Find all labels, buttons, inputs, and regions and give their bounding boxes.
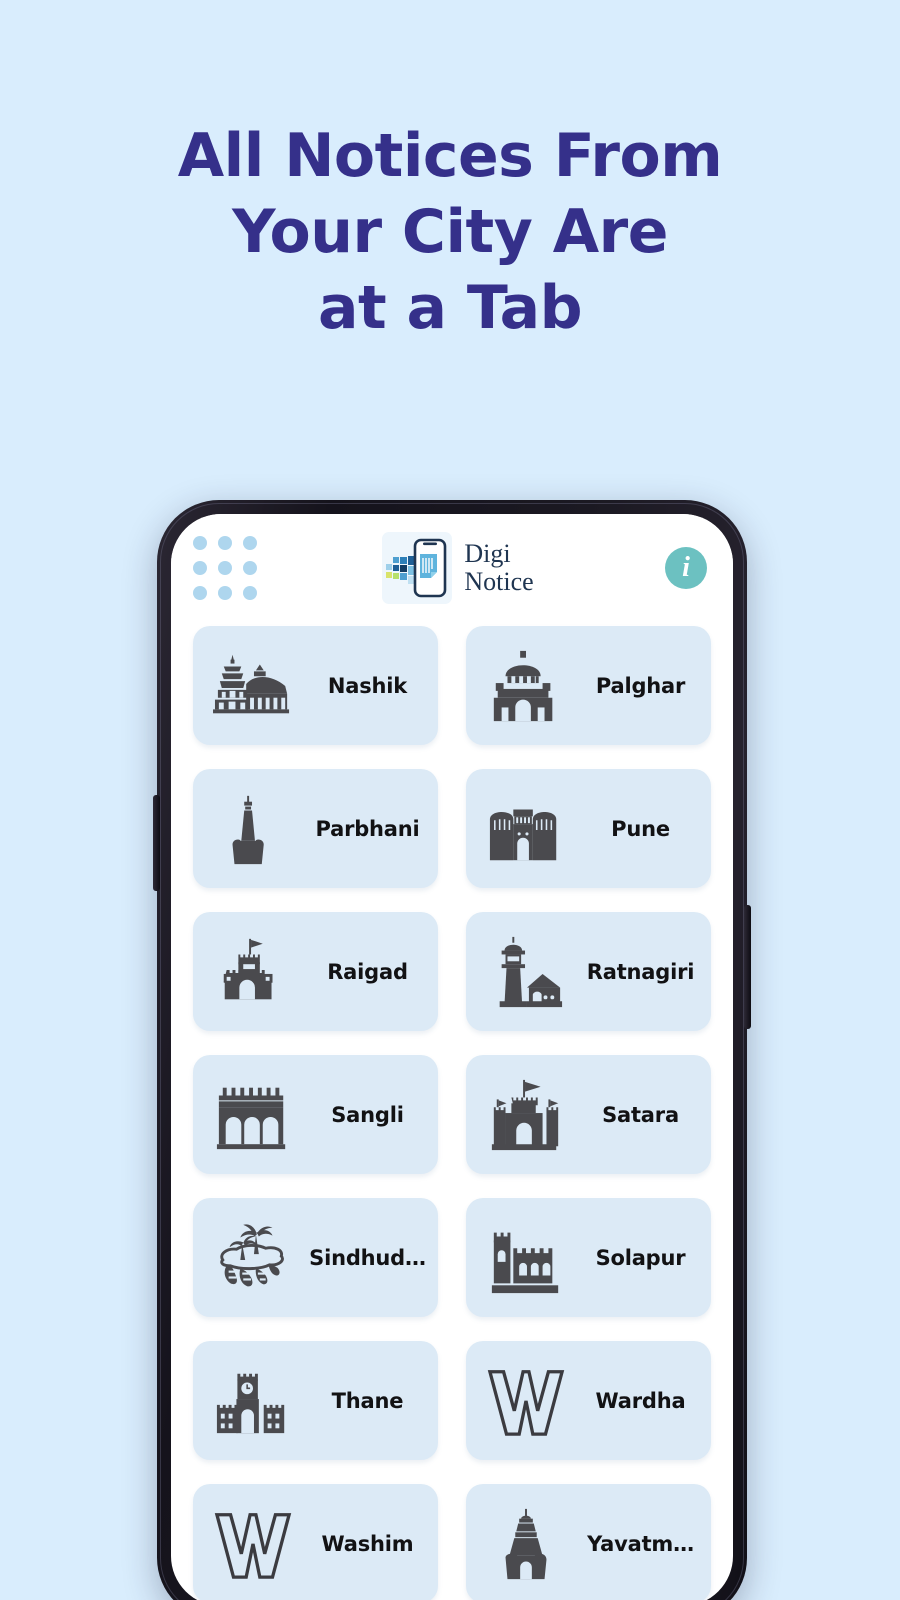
domed-building-icon	[472, 643, 580, 729]
city-card[interactable]: Sindhud…	[193, 1198, 438, 1317]
city-card-label: Palghar	[595, 673, 686, 698]
grid-dot	[193, 561, 207, 575]
grid-dot	[193, 536, 207, 550]
city-card-label: Yavatm…	[587, 1531, 694, 1556]
city-card-label: Wardha	[595, 1388, 686, 1413]
page-title-line-1: All Notices From	[177, 121, 723, 191]
city-card[interactable]: Pune	[466, 769, 711, 888]
brand-name: Digi Notice	[464, 540, 533, 596]
fort-gate-icon	[472, 786, 580, 872]
letter-w-outline-icon	[199, 1501, 307, 1587]
city-card[interactable]: Sangli	[193, 1055, 438, 1174]
city-card-label: Ratnagiri	[586, 959, 695, 984]
city-card[interactable]: Palghar	[466, 626, 711, 745]
city-card-label: Raigad	[327, 959, 408, 984]
city-card[interactable]: Washim	[193, 1484, 438, 1600]
power-button[interactable]	[744, 905, 751, 1029]
info-icon[interactable]: i	[665, 547, 707, 589]
city-card-label: Satara	[602, 1102, 679, 1127]
app-header: Digi Notice i	[171, 514, 733, 622]
city-card[interactable]: Raigad	[193, 912, 438, 1031]
diginotice-logo-icon	[382, 532, 453, 604]
city-card-label: Parbhani	[315, 816, 420, 841]
page-title-line-3: at a Tab	[317, 273, 583, 343]
city-card-label: Washim	[321, 1531, 414, 1556]
phone-screen: Digi Notice i Nashik Palghar Parbhani Pune R…	[171, 514, 733, 1600]
grid-dot	[193, 586, 207, 600]
city-card-label: Pune	[611, 816, 670, 841]
page-title: All Notices From Your City Are at a Tab	[0, 118, 900, 346]
minaret-icon	[199, 786, 307, 872]
phone-mockup: Digi Notice i Nashik Palghar Parbhani Pune R…	[153, 500, 751, 1600]
temple-spire-icon	[472, 1501, 580, 1587]
grid-dots-icon[interactable]	[193, 536, 257, 600]
city-card[interactable]: Nashik	[193, 626, 438, 745]
city-card[interactable]: Parbhani	[193, 769, 438, 888]
brand-name-line-2: Notice	[464, 567, 534, 596]
city-card-label: Thane	[331, 1388, 404, 1413]
city-card[interactable]: Wardha	[466, 1341, 711, 1460]
city-card-label: Solapur	[595, 1245, 686, 1270]
brand-name-line-1: Digi	[464, 539, 511, 568]
grid-dot	[218, 536, 232, 550]
city-card[interactable]: Solapur	[466, 1198, 711, 1317]
page-title-line-2: Your City Are	[232, 197, 668, 267]
aqueduct-icon	[199, 1072, 307, 1158]
city-card-label: Nashik	[327, 673, 408, 698]
temple-icon	[199, 643, 307, 729]
city-card[interactable]: Yavatm…	[466, 1484, 711, 1600]
grid-dot	[218, 586, 232, 600]
fort-tower-icon	[472, 1215, 580, 1301]
castle-flag-icon	[472, 1072, 580, 1158]
city-card-label: Sindhud…	[309, 1245, 426, 1270]
volume-button[interactable]	[153, 795, 160, 891]
city-card[interactable]: Satara	[466, 1055, 711, 1174]
letter-w-outline-icon	[472, 1358, 580, 1444]
city-grid: Nashik Palghar Parbhani Pune Raigad Ratnagiri…	[171, 622, 733, 1600]
city-card[interactable]: Ratnagiri	[466, 912, 711, 1031]
app-brand: Digi Notice	[251, 532, 665, 604]
city-card[interactable]: Thane	[193, 1341, 438, 1460]
city-card-label: Sangli	[331, 1102, 404, 1127]
clocktower-fort-icon	[199, 1358, 307, 1444]
fort-flag-icon	[199, 929, 307, 1015]
grid-dot	[218, 561, 232, 575]
island-palm-icon	[199, 1215, 307, 1301]
lighthouse-icon	[472, 929, 580, 1015]
